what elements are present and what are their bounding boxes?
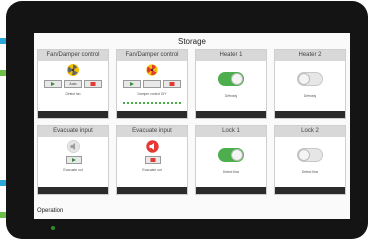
card-evacuate-1: Evacuate input Evacuate out [37, 125, 109, 195]
stop-icon [150, 158, 156, 162]
card-heater-2: Heater 2 Defrosty [274, 49, 346, 119]
status-led [51, 226, 55, 230]
card-footer-bar [196, 111, 266, 118]
card-title: Fan/Damper control [117, 50, 187, 61]
lock-2-toggle[interactable] [297, 148, 323, 162]
card-title: Evacuate input [117, 126, 187, 137]
card-heater-1: Heater 1 Defrosty [195, 49, 267, 119]
operation-label: Operation [37, 208, 64, 214]
fan-icon [146, 64, 158, 76]
card-caption: Detect flow [222, 170, 240, 174]
card-caption: Detect fan [65, 92, 81, 96]
toggle-knob [298, 149, 310, 161]
card-fan-damper-2: Fan/Damper control Damper control DIY [116, 49, 188, 119]
fan-stop-button[interactable] [84, 80, 102, 88]
fan-run-button[interactable] [44, 80, 62, 88]
card-title: Lock 1 [196, 126, 266, 137]
card-footer-bar [196, 187, 266, 194]
card-title: Heater 2 [275, 50, 345, 61]
speaker-icon [67, 140, 80, 153]
card-title: Lock 2 [275, 126, 345, 137]
stop-icon [90, 82, 96, 86]
evacuate-2-stop-button[interactable] [145, 156, 161, 164]
toggle-knob [298, 73, 310, 85]
card-caption: Defrosty [303, 94, 317, 98]
card-fan-damper-1: Fan/Damper control Auto Detect fan [37, 49, 109, 119]
card-footer-bar [117, 187, 187, 194]
evacuate-1-play-button[interactable] [66, 156, 82, 164]
level-indicator [123, 102, 181, 104]
lock-1-toggle[interactable] [218, 148, 244, 162]
play-icon [130, 82, 134, 86]
card-caption: Evacuate out [63, 168, 83, 172]
card-title: Fan/Damper control [38, 50, 108, 61]
card-caption: Detect flow [301, 170, 319, 174]
card-caption: Damper control DIY [137, 92, 167, 96]
card-footer-bar [117, 111, 187, 118]
stop-icon [169, 82, 175, 86]
damper-stop-button[interactable] [163, 80, 181, 88]
card-footer-bar [38, 111, 108, 118]
card-evacuate-2: Evacuate input Evacuate out [116, 125, 188, 195]
card-lock-2: Lock 2 Detect flow [274, 125, 346, 195]
card-title: Evacuate input [38, 126, 108, 137]
heater-2-toggle[interactable] [297, 72, 323, 86]
toggle-knob [231, 73, 243, 85]
screen-title: Storage [177, 37, 207, 46]
play-icon [72, 158, 76, 162]
toggle-knob [231, 149, 243, 161]
card-caption: Evacuate out [142, 168, 162, 172]
fan-auto-button[interactable]: Auto [64, 80, 82, 88]
card-caption: Defrosty [224, 94, 238, 98]
card-footer-bar [275, 111, 345, 118]
card-footer-bar [38, 187, 108, 194]
damper-mid-button[interactable] [143, 80, 161, 88]
hmi-screen: Storage Fan/Damper control Auto Detect f… [34, 33, 350, 219]
card-lock-1: Lock 1 Detect flow [195, 125, 267, 195]
damper-run-button[interactable] [123, 80, 141, 88]
card-title: Heater 1 [196, 50, 266, 61]
play-icon [51, 82, 55, 86]
card-footer-bar [275, 187, 345, 194]
heater-1-toggle[interactable] [218, 72, 244, 86]
fan-icon [67, 64, 79, 76]
speaker-icon [146, 140, 159, 153]
